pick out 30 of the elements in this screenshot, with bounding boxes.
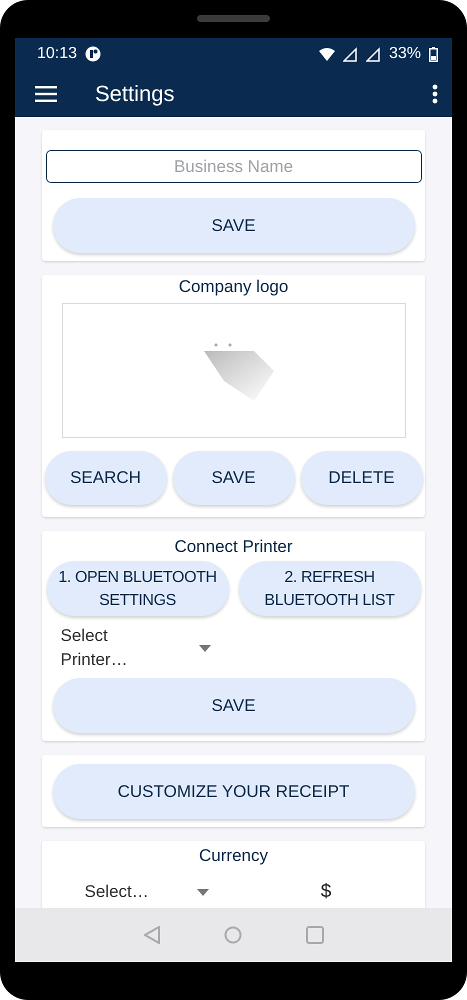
printer-dropdown[interactable]: Select Printer… [52,624,140,672]
save-button[interactable]: SAVE [52,198,414,253]
recents-icon[interactable] [306,926,324,944]
logo-action-button[interactable]: DELETE [300,451,422,505]
business-name-field[interactable]: Business Name [46,150,422,183]
bluetooth-button[interactable]: 2. REFRESH BLUETOOTH LIST [238,561,420,616]
wifi-icon [318,48,335,60]
section-title: Company logo [178,277,288,297]
signal-icon [342,46,358,62]
back-icon[interactable] [144,926,160,944]
battery-percent: 33% [388,45,421,63]
currency-symbol: $ [320,881,332,903]
logo-action-button[interactable]: SAVE [172,451,294,505]
section-title: Connect Printer [174,537,293,557]
logo-action-button[interactable]: SEARCH [44,451,166,505]
dropdown-caret-icon [198,644,210,652]
customize-receipt-button[interactable]: CUSTOMIZE YOUR RECEIPT [52,764,414,819]
home-icon[interactable] [224,926,242,944]
save-button[interactable]: SAVE [52,678,414,733]
dropdown-caret-icon [196,888,209,896]
overflow-menu-icon[interactable] [432,84,438,104]
section-title: Currency [199,846,268,866]
screen-title: Settings [95,80,174,106]
status-time: 10:13 [37,45,78,63]
currency-dropdown[interactable]: Select… [52,880,149,904]
menu-icon[interactable] [35,86,57,102]
notification-icon [85,46,102,62]
signal-icon [366,46,381,62]
battery-icon [429,46,438,62]
bluetooth-button[interactable]: 1. OPEN BLUETOOTH SETTINGS [46,561,228,616]
